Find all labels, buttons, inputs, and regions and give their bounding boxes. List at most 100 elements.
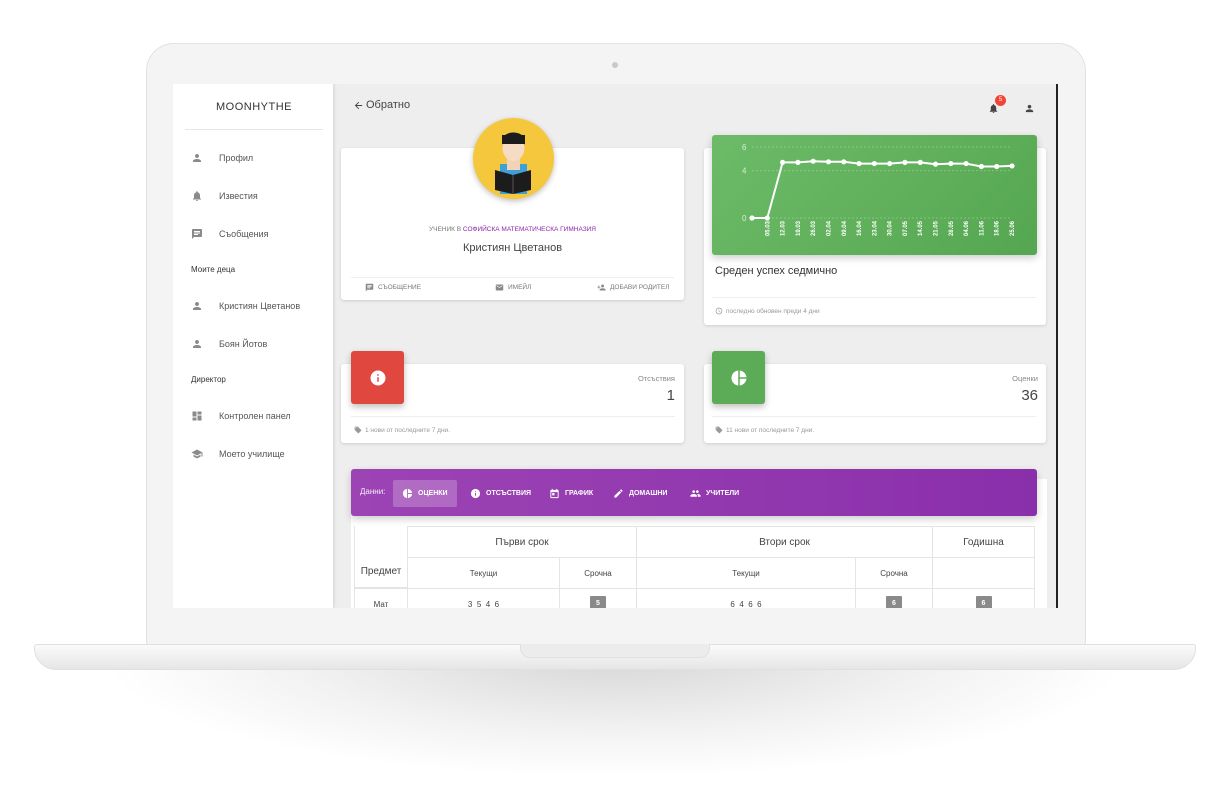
data-point [994, 163, 1000, 170]
x-tick-label: 26.03 [811, 220, 817, 236]
brand-title: MOONHYTHE [185, 84, 323, 130]
email-label: ИМЕЙЛ [508, 284, 532, 291]
pie-chart-icon [402, 488, 413, 499]
t1-term-label: Срочна [584, 568, 612, 578]
tab-label: ГРАФИК [565, 490, 594, 497]
message-button[interactable]: СЪОБЩЕНИЕ [365, 283, 421, 292]
data-point [932, 161, 939, 167]
student-name: Кристиян Цветанов [462, 242, 563, 254]
profile-divider [351, 277, 674, 278]
x-tick-label: 30.04 [888, 220, 894, 236]
sidebar-item-child-1[interactable]: Кристиян Цветанов [191, 295, 326, 317]
section-title-children: Моите деца [191, 265, 236, 274]
t2-current-values: 6 4 6 6 [730, 599, 762, 609]
grades-value: 36 [1021, 387, 1038, 404]
data-point [795, 159, 801, 165]
y-tick-label: 4 [742, 167, 747, 176]
tab-label: ДОМАШНИ [629, 490, 668, 497]
sidebar-item-label: Кристиян Цветанов [219, 301, 301, 311]
add-parent-label: ДОБАВИ РОДИТЕЛ [610, 284, 670, 291]
account-button[interactable] [1024, 101, 1038, 115]
table-row-subject: Мат [354, 588, 408, 608]
term1-label: Първи срок [495, 536, 549, 548]
x-tick-label: 21.05 [934, 220, 940, 236]
sidebar-item-label: Известия [219, 191, 258, 201]
app-screen: MOONHYTHE Профил Известия Съобщения Моит… [173, 84, 1058, 608]
sidebar-item-label: Профил [219, 153, 254, 163]
t1-term-grade-cell: 5 [559, 588, 637, 608]
tab-grades[interactable]: ОЦЕНКИ [393, 480, 457, 507]
student-prefix: УЧЕНИК В [429, 226, 462, 233]
sidebar-item-notifications[interactable]: Известия [191, 185, 326, 207]
x-tick-label: 04.06 [964, 220, 970, 236]
add-parent-button[interactable]: ДОБАВИ РОДИТЕЛ [597, 283, 669, 292]
y-tick-label: 0 [742, 214, 747, 223]
x-tick-label: 28.05 [949, 220, 955, 236]
grades-divider [712, 416, 1036, 417]
message-label: СЪОБЩЕНИЕ [378, 284, 422, 291]
absences-footer-text: 1 нови от последните 7 дни. [365, 426, 450, 434]
tab-absences[interactable]: ОТСЪСТВИЯ [461, 480, 540, 507]
info-icon [470, 488, 481, 499]
data-point [841, 159, 847, 165]
x-tick-label: 19.03 [796, 220, 802, 236]
notifications-button[interactable]: 5 [988, 95, 1006, 115]
grades-footer: 11 нови от последните 7 дни. [715, 426, 814, 434]
grades-label: Оценки [1012, 374, 1038, 383]
x-tick-label: 05.03 [765, 220, 771, 236]
data-point [871, 160, 877, 167]
data-point [978, 163, 985, 170]
email-button[interactable]: ИМЕЙЛ [495, 283, 531, 292]
annual-grade-cell: 6 [932, 588, 1035, 608]
tab-homework[interactable]: ДОМАШНИ [604, 480, 676, 507]
mail-icon [495, 284, 504, 291]
data-point [948, 160, 954, 167]
tab-schedule[interactable]: ГРАФИК [540, 480, 602, 507]
x-tick-label: 16.04 [857, 220, 863, 236]
add-person-icon [597, 284, 606, 291]
annual-subheader [932, 557, 1035, 589]
annual-header: Годишна [932, 526, 1035, 558]
avatar [473, 118, 554, 199]
school-link[interactable]: СОФИЙСКА МАТЕМАТИЧЕСКА ГИМНАЗИЯ [463, 226, 596, 233]
sidebar-item-messages[interactable]: Съобщения [191, 223, 326, 245]
tag-icon [354, 426, 362, 434]
t2-current-grades: 6 4 6 6 [636, 588, 856, 608]
term2-label: Втори срок [759, 536, 810, 548]
t1-current-values: 3 5 4 6 [467, 599, 500, 609]
sidebar-item-profile[interactable]: Профил [191, 147, 326, 169]
x-tick-label: 18.06 [995, 220, 1001, 236]
t1-current-grades: 3 5 4 6 [407, 588, 560, 608]
tag-icon [715, 426, 723, 434]
student-illustration [495, 132, 531, 194]
sidebar-item-my-school[interactable]: Моето училище [191, 443, 326, 465]
data-point [764, 215, 770, 221]
student-school-line: УЧЕНИК В СОФИЙСКА МАТЕМАТИЧЕСКА ГИМНАЗИЯ [341, 226, 684, 233]
tab-label: ОЦЕНКИ [418, 490, 448, 497]
person-icon [193, 302, 201, 310]
term1-header: Първи срок [407, 526, 637, 558]
t2-current-label: Текущи [732, 568, 760, 578]
data-point [963, 160, 969, 167]
sidebar-item-child-2[interactable]: Боян Йотов [191, 333, 326, 355]
t1-current-label: Текущи [469, 568, 498, 578]
t2-current-header: Текущи [636, 557, 856, 589]
x-tick-label: 12.03 [781, 220, 787, 236]
t2-term-header: Срочна [855, 557, 933, 589]
absences-divider [351, 416, 675, 417]
chart-footer: последно обновен преди 4 дни [715, 307, 820, 315]
data-point [749, 215, 755, 221]
annual-grade: 6 [975, 596, 992, 608]
sidebar-item-dashboard[interactable]: Контролен панел [191, 405, 326, 427]
subject-header: Предмет [360, 566, 402, 577]
bell-icon [193, 191, 201, 201]
tab-teachers[interactable]: УЧИТЕЛИ [681, 480, 748, 507]
grades-icon-box [712, 351, 765, 404]
sidebar-item-label: Контролен панел [219, 411, 291, 421]
back-button[interactable]: Обратно [353, 99, 410, 111]
chat-icon [192, 229, 202, 239]
chat-icon [365, 283, 374, 292]
subject-name: Мат [373, 599, 389, 609]
data-point [825, 159, 832, 165]
chart-footer-text: последно обновен преди 4 дни [726, 307, 820, 315]
